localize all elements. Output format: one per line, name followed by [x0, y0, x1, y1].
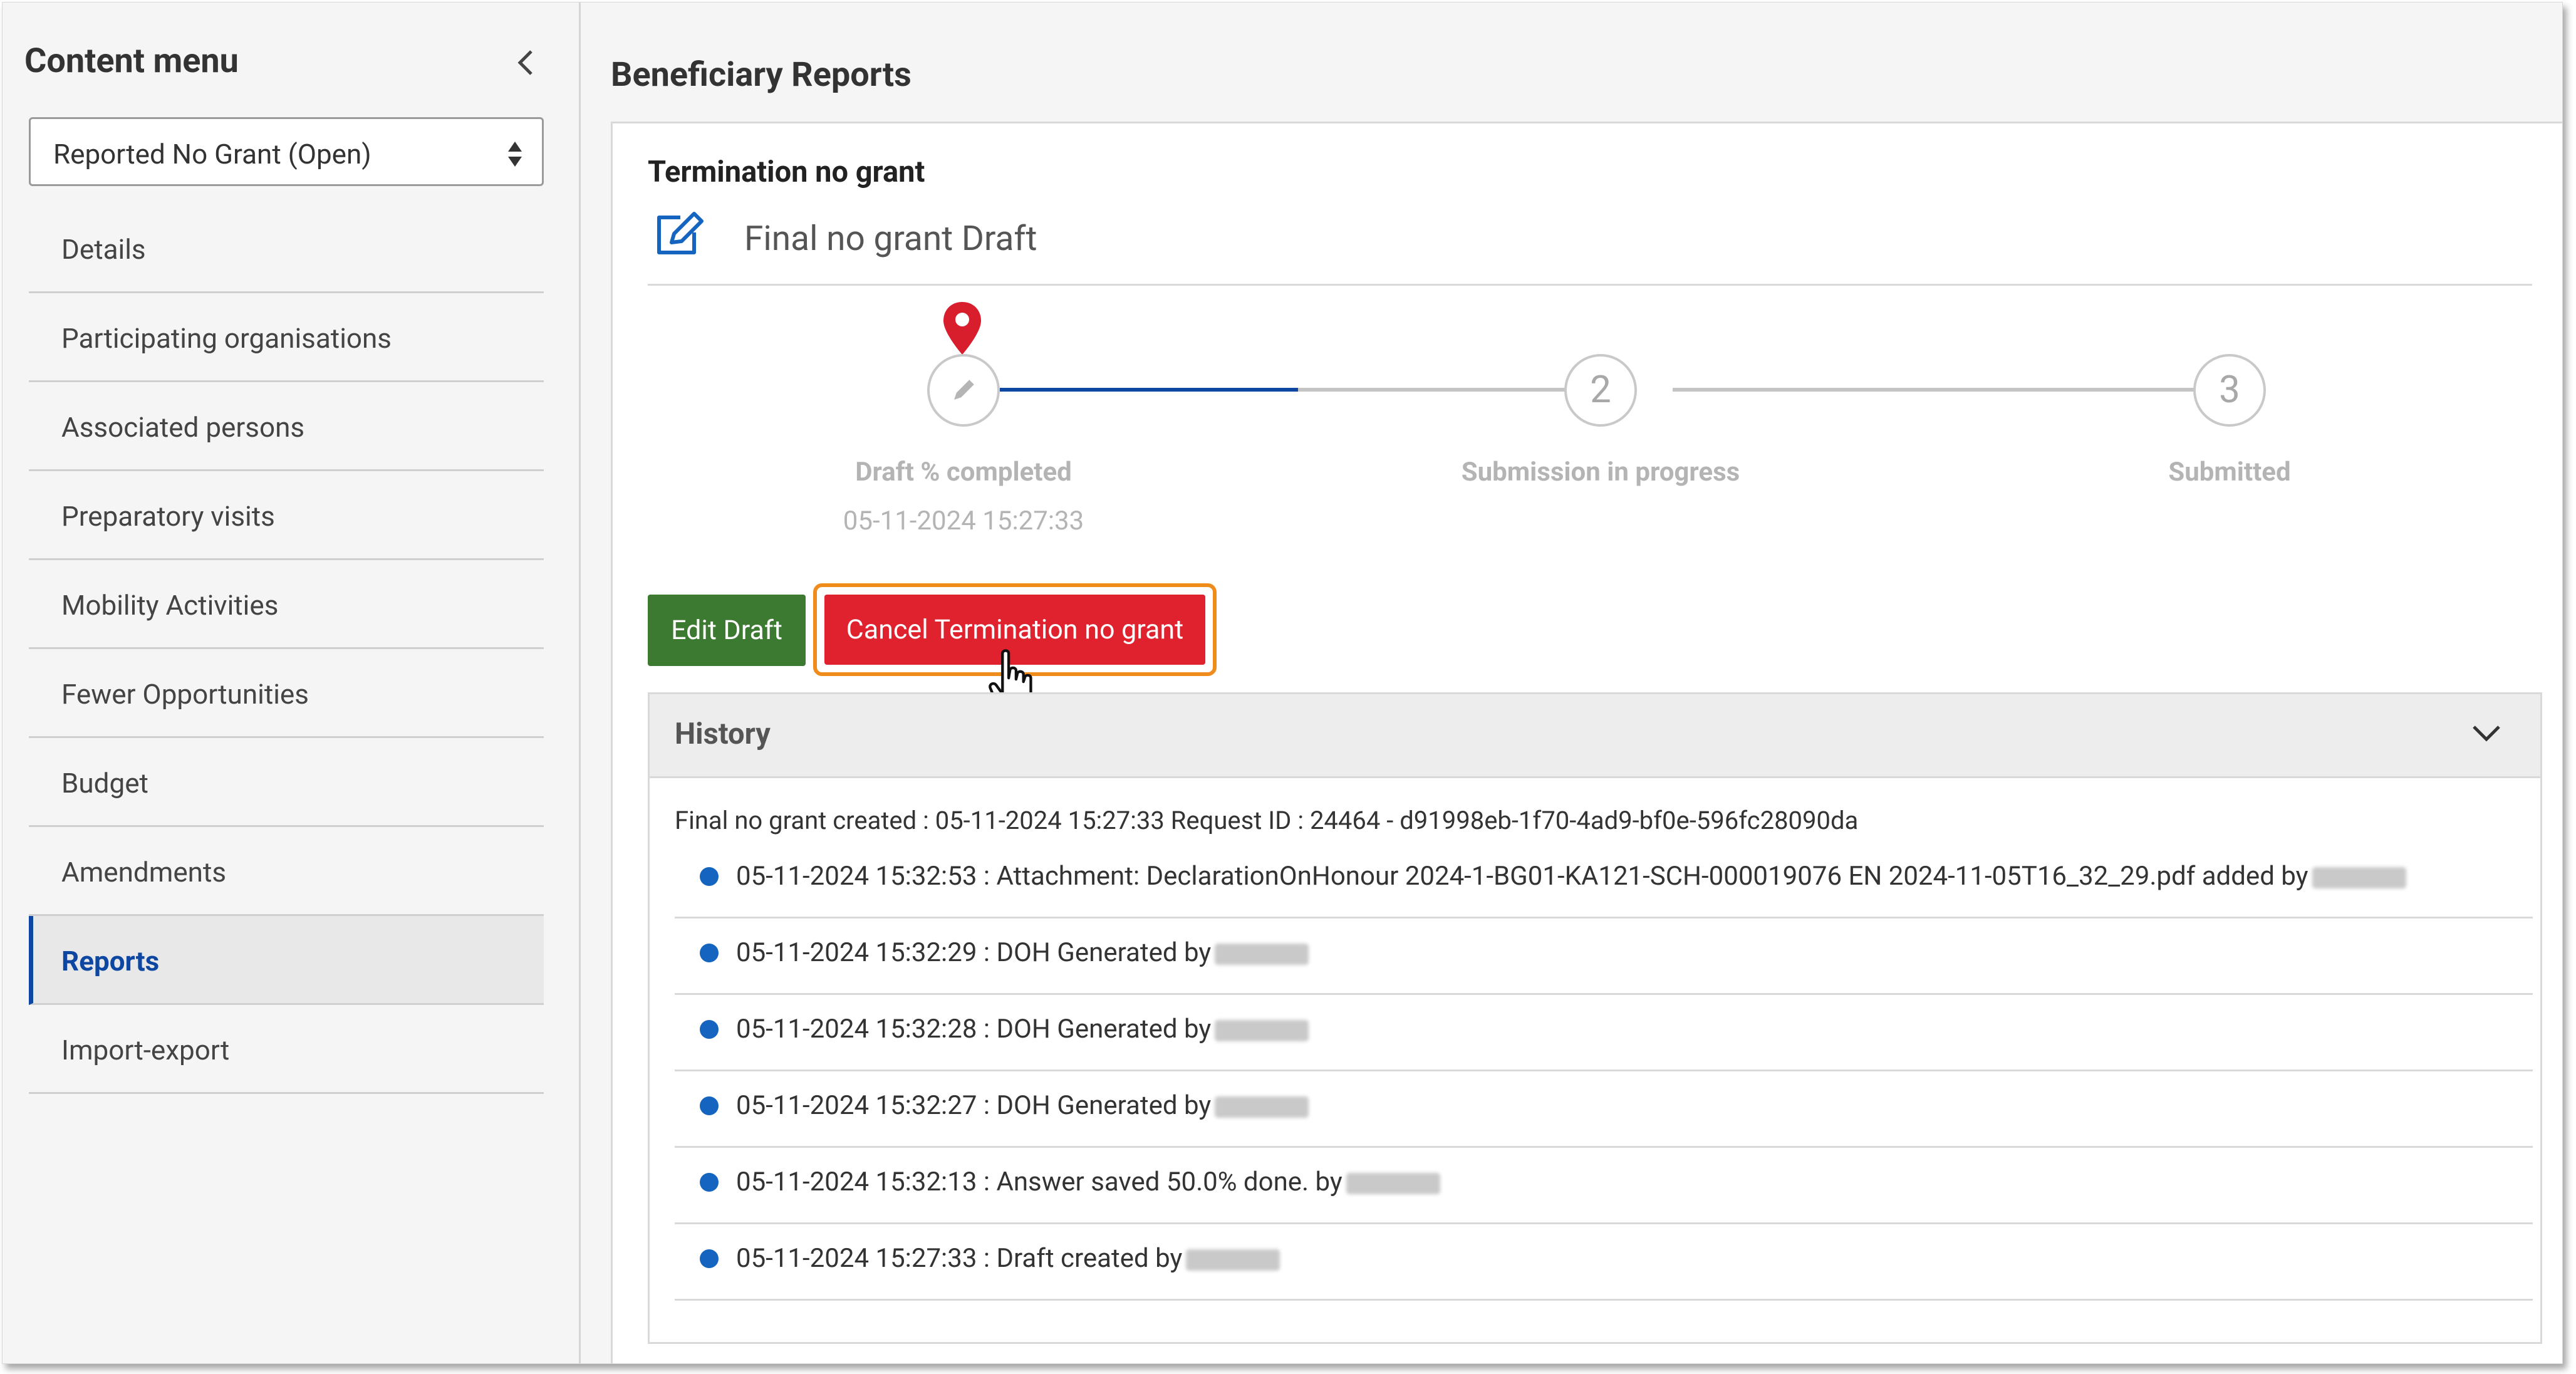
sidebar-item-label: Reports — [61, 945, 160, 977]
sidebar-item-label: Preparatory visits — [61, 500, 275, 533]
history-entry: 05-11-2024 15:32:27 : DOH Generated by — [675, 1071, 2533, 1148]
card-title: Termination no grant — [648, 155, 925, 189]
edit-draft-button[interactable]: Edit Draft — [648, 595, 806, 666]
location-pin-icon — [943, 302, 981, 355]
step-line — [1673, 388, 2229, 392]
step-circle-submission: 2 — [1564, 354, 1637, 427]
sidebar-item-reports[interactable]: Reports — [29, 916, 544, 1005]
history-entry: 05-11-2024 15:32:13 : Answer saved 50.0%… — [675, 1148, 2533, 1224]
bullet-icon — [700, 867, 719, 886]
sidebar-item-mobility-activities[interactable]: Mobility Activities — [29, 560, 544, 649]
redacted-user — [1215, 1096, 1309, 1118]
sidebar-item-amendments[interactable]: Amendments — [29, 827, 544, 916]
history-list: 05-11-2024 15:32:53 : Attachment: Declar… — [675, 842, 2533, 1301]
bullet-icon — [700, 1173, 719, 1192]
history-entry-text: 05-11-2024 15:32:29 : DOH Generated by — [736, 937, 1212, 968]
sidebar-item-label: Details — [61, 233, 146, 266]
step-label-submitted: Submitted — [2168, 457, 2291, 487]
report-status-select[interactable]: Reported No Grant (Open) — [29, 117, 544, 186]
redacted-user — [1346, 1172, 1440, 1194]
history-entry: 05-11-2024 15:32:29 : DOH Generated by — [675, 919, 2533, 995]
divider — [648, 284, 2532, 286]
sidebar-item-fewer-opportunities[interactable]: Fewer Opportunities — [29, 649, 544, 738]
sidebar-item-label: Mobility Activities — [61, 589, 279, 622]
sidebar-nav: Details Participating organisations Asso… — [29, 204, 544, 1094]
sidebar-item-label: Participating organisations — [61, 322, 392, 355]
step-line — [1298, 388, 1600, 392]
sidebar-item-label: Import-export — [61, 1034, 230, 1066]
step-date-draft: 05-11-2024 15:27:33 — [843, 506, 1084, 536]
redacted-user — [1186, 1249, 1280, 1271]
content-menu-sidebar: Content menu Reported No Grant (Open) De… — [3, 3, 581, 1363]
step-progress-line — [1000, 388, 1298, 392]
sidebar-item-budget[interactable]: Budget — [29, 738, 544, 827]
sidebar-item-details[interactable]: Details — [29, 204, 544, 293]
history-created-line: Final no grant created : 05-11-2024 15:2… — [675, 806, 1859, 835]
history-entry: 05-11-2024 15:32:28 : DOH Generated by — [675, 995, 2533, 1071]
sidebar-title: Content menu — [24, 41, 239, 81]
history-entry: 05-11-2024 15:27:33 : Draft created by — [675, 1224, 2533, 1301]
bullet-icon — [700, 1249, 719, 1268]
chevron-down-icon[interactable] — [2470, 723, 2503, 744]
step-label-submission: Submission in progress — [1461, 457, 1740, 487]
chevron-left-icon[interactable] — [510, 44, 541, 81]
report-card: Termination no grant Final no grant Draf… — [611, 122, 2562, 1363]
select-value: Reported No Grant (Open) — [53, 138, 371, 170]
sidebar-item-import-export[interactable]: Import-export — [29, 1005, 544, 1094]
sidebar-item-label: Fewer Opportunities — [61, 678, 309, 710]
sidebar-item-label: Associated persons — [61, 411, 305, 444]
main-content: Beneficiary Reports Termination no grant… — [581, 3, 2562, 1363]
step-circle-draft — [927, 354, 1000, 427]
redacted-user — [1215, 1019, 1309, 1041]
sidebar-item-participating-organisations[interactable]: Participating organisations — [29, 293, 544, 382]
history-entry-text: 05-11-2024 15:32:53 : Attachment: Declar… — [736, 861, 2309, 892]
history-entry-text: 05-11-2024 15:32:27 : DOH Generated by — [736, 1090, 1212, 1121]
page-title: Beneficiary Reports — [611, 55, 911, 95]
history-entry: 05-11-2024 15:32:53 : Attachment: Declar… — [675, 842, 2533, 919]
history-entry-text: 05-11-2024 15:32:13 : Answer saved 50.0%… — [736, 1167, 1343, 1197]
history-panel: History Final no grant created : 05-11-2… — [648, 692, 2542, 1344]
history-header[interactable]: History — [650, 694, 2540, 778]
history-entry-text: 05-11-2024 15:27:33 : Draft created by — [736, 1243, 1183, 1274]
step-circle-submitted: 3 — [2193, 354, 2266, 427]
history-title: History — [675, 717, 771, 751]
app-window: Content menu Reported No Grant (Open) De… — [2, 2, 2563, 1364]
sidebar-item-associated-persons[interactable]: Associated persons — [29, 382, 544, 471]
report-status: Final no grant Draft — [744, 219, 1037, 259]
bullet-icon — [700, 944, 719, 962]
history-entry-text: 05-11-2024 15:32:28 : DOH Generated by — [736, 1014, 1212, 1044]
edit-square-icon — [657, 212, 704, 254]
step-label-draft: Draft % completed — [855, 457, 1072, 487]
sidebar-item-label: Budget — [61, 767, 148, 799]
redacted-user — [2312, 867, 2406, 888]
sidebar-item-preparatory-visits[interactable]: Preparatory visits — [29, 471, 544, 560]
sort-arrows-icon — [508, 142, 522, 167]
bullet-icon — [700, 1020, 719, 1039]
pencil-icon — [954, 380, 974, 400]
sidebar-item-label: Amendments — [61, 856, 227, 888]
bullet-icon — [700, 1096, 719, 1115]
redacted-user — [1215, 943, 1309, 965]
